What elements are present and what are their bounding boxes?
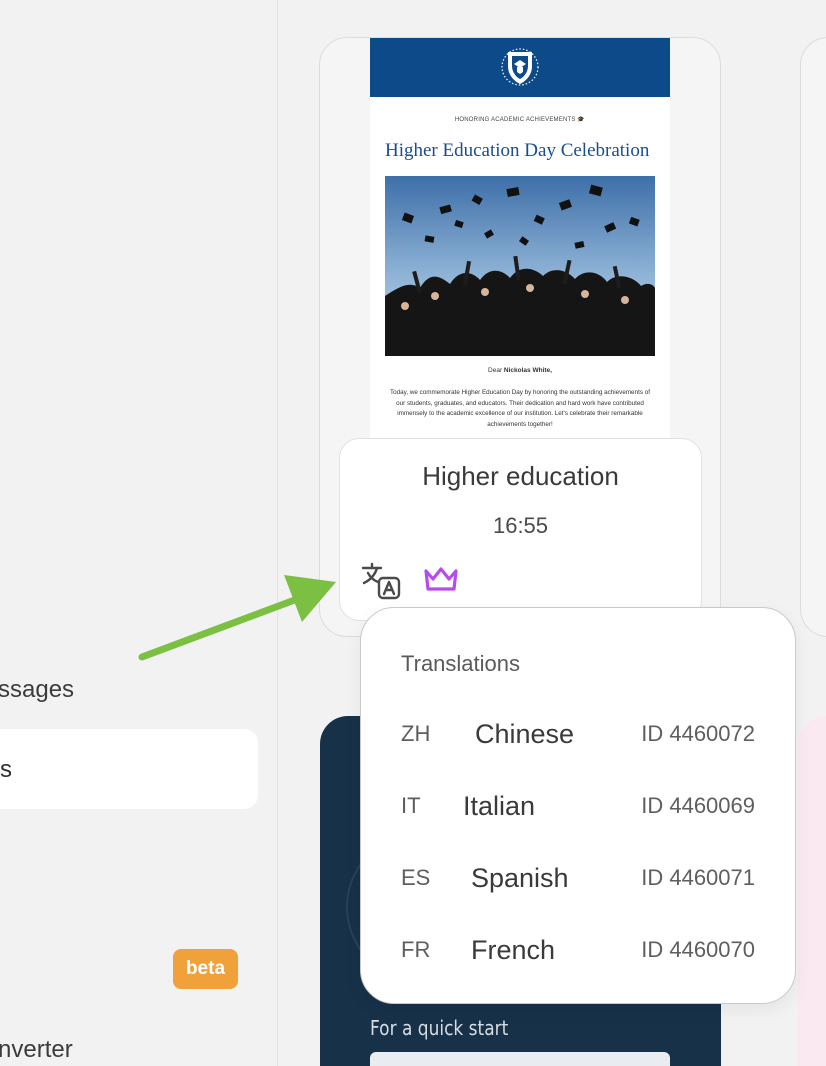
template-time: 16:55 <box>492 513 549 538</box>
translations-popover: Translations ZH Chinese ID 4460072 IT It… <box>360 607 796 1004</box>
dark-card-caption: For a quick start <box>370 1016 509 1040</box>
sidebar: ssages s beta nverter <box>0 0 278 1066</box>
language-code: ZH <box>401 721 431 746</box>
email-subheading: HONORING ACADEMIC ACHIEVEMENTS 🎓 <box>454 117 586 123</box>
translation-item-it[interactable]: IT Italian ID 4460069 <box>361 785 795 825</box>
language-name: Chinese <box>475 719 575 749</box>
language-code: IT <box>401 793 421 818</box>
template-card-pink-partial[interactable] <box>798 716 826 1066</box>
email-preview: HONORING ACADEMIC ACHIEVEMENTS 🎓 Higher … <box>370 38 670 458</box>
beta-badge: beta <box>173 949 238 989</box>
template-id: ID 4460069 <box>641 793 755 818</box>
sidebar-item-active-label: s <box>0 756 12 783</box>
language-code: FR <box>401 937 431 962</box>
email-greeting: Dear Nickolas White, <box>488 367 552 374</box>
template-name: Higher education <box>422 461 619 491</box>
language-code: ES <box>401 865 431 890</box>
template-id: ID 4460070 <box>641 937 755 962</box>
language-name: Italian <box>463 791 536 821</box>
translation-item-zh[interactable]: ZH Chinese ID 4460072 <box>361 713 795 753</box>
sidebar-item-messages[interactable]: ssages <box>0 676 74 704</box>
sidebar-item-active[interactable]: s <box>0 729 258 809</box>
email-header <box>370 38 670 97</box>
translate-icon[interactable] <box>360 559 402 601</box>
shield-logo-icon <box>501 48 539 86</box>
translation-item-es[interactable]: ES Spanish ID 4460071 <box>361 857 795 897</box>
language-name: Spanish <box>471 863 569 893</box>
sidebar-item-converter[interactable]: nverter <box>0 1036 73 1064</box>
email-title: Higher Education Day Celebration <box>385 140 650 161</box>
template-card[interactable]: HONORING ACADEMIC ACHIEVEMENTS 🎓 Higher … <box>319 37 721 637</box>
language-name: French <box>471 935 556 965</box>
template-info-panel: Higher education 16:55 <box>339 438 702 621</box>
template-id: ID 4460072 <box>641 721 755 746</box>
graduation-photo <box>385 176 655 356</box>
crown-icon <box>424 567 458 591</box>
email-body: Today, we commemorate Higher Education D… <box>390 389 650 428</box>
translation-item-fr[interactable]: FR French ID 4460070 <box>361 929 795 969</box>
template-id: ID 4460071 <box>641 865 755 890</box>
popover-title: Translations <box>401 651 521 676</box>
template-card-partial[interactable] <box>800 37 826 637</box>
dark-card-thumbnail <box>370 1052 670 1066</box>
